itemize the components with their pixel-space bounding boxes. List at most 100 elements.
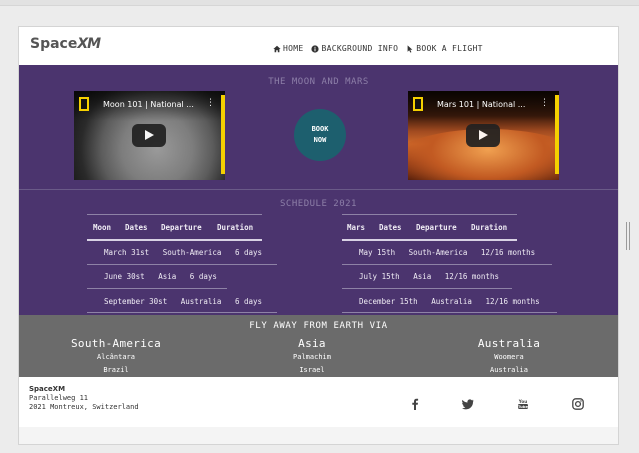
mars-row2-departure: Asia [413,272,432,281]
footer-address: SpaceXM Parallelweg 11 2021 Montreux, Sw… [29,385,139,412]
moon-row2-duration: 6 days [189,272,217,281]
page: SpaceXM HOME BACKGROUND INFO BOOK A FLIG… [18,26,619,445]
home-icon [273,45,281,52]
browser-top-strip [0,0,639,6]
footer: SpaceXM Parallelweg 11 2021 Montreux, Sw… [19,377,618,427]
schedule-title: SCHEDULE 2021 [280,199,357,209]
mars-row3-duration: 12/16 months [485,297,540,306]
table-header-rule [87,239,262,241]
location-name: South-America [71,337,161,350]
mars-video[interactable]: Mars 101 | National ... ⋮ [408,91,559,180]
location-site: Palmachim [293,353,331,361]
more-options-icon[interactable]: ⋮ [206,98,215,108]
mars-header-duration: Duration [471,223,508,232]
table-rule [342,312,557,313]
nav-home-label: HOME [283,44,304,53]
location-australia: Australia Woomera Australia [449,337,569,376]
mars-video-title[interactable]: Mars 101 | National ... [437,100,525,109]
footer-city: 2021 Montreux, Switzerland [29,403,139,411]
table-rule [342,214,517,215]
moon-header-dates: Dates [125,223,148,232]
videos-and-schedule-section: THE MOON AND MARS Moon 101 | National ..… [19,65,618,315]
info-icon [311,44,320,53]
logo[interactable]: SpaceXM [30,36,101,52]
moon-row3-duration: 6 days [234,297,263,306]
moon-video[interactable]: Moon 101 | National ... ⋮ [74,91,225,180]
videos-section-title: THE MOON AND MARS [268,77,369,87]
table-row: July 15th Asia 12/16 months [359,272,499,281]
scrollbar-thumb[interactable] [626,222,630,250]
mars-row3-date: December 15th [359,297,418,306]
table-rule [342,264,552,265]
logo-text: Space [30,36,78,52]
mars-header-departure: Departure [416,223,457,232]
nav-home[interactable]: HOME [273,44,303,53]
play-button-icon[interactable] [466,124,500,147]
header: SpaceXM HOME BACKGROUND INFO BOOK A FLIG… [19,27,618,65]
footer-street: Parallelweg 11 [29,394,89,402]
svg-text:Tube: Tube [518,404,529,409]
moon-row1-date: March 31st [104,248,150,257]
location-name: Australia [477,337,541,350]
nav-book-flight-label: BOOK A FLIGHT [416,44,483,53]
location-asia: Asia Palmachim Israel [252,337,372,376]
natgeo-yellow-border [221,95,225,174]
instagram-link[interactable] [572,395,584,410]
table-header-rule [342,239,517,241]
table-row: May 15th South-America 12/16 months [359,248,535,257]
mars-row1-duration: 12/16 months [480,248,536,257]
location-site: Alcântara [97,353,135,361]
table-row: March 31st South-America 6 days [104,248,262,257]
book-now-line2: NOW [313,136,327,144]
moon-row1-departure: South-America [162,248,222,257]
youtube-link[interactable]: You Tube [517,395,529,409]
location-site: Woomera [494,353,524,361]
location-country: Brazil [103,366,129,374]
table-rule [342,288,512,289]
moon-row1-duration: 6 days [234,248,263,257]
twitter-link[interactable] [462,395,474,410]
page-bottom [19,427,618,444]
footer-logo: SpaceXM [29,385,66,393]
moon-row3-date: September 30st [104,297,168,306]
location-south-america: South-America Alcântara Brazil [56,337,176,376]
nav-background-info-label: BACKGROUND INFO [321,44,399,53]
mars-header-mars: Mars [347,223,366,232]
table-rule [87,264,277,265]
more-options-icon[interactable]: ⋮ [540,98,549,108]
book-now-line1: BOOK [311,125,329,133]
moon-header-moon: Moon [93,223,112,232]
moon-row2-date: June 30st [104,272,145,281]
moon-row2-departure: Asia [158,272,177,281]
play-button-icon[interactable] [132,124,166,147]
facebook-icon [412,398,419,410]
facebook-link[interactable] [409,395,421,410]
mars-row3-departure: Australia [431,297,472,306]
mars-row1-date: May 15th [359,248,396,257]
nav-background-info[interactable]: BACKGROUND INFO [311,44,398,53]
mars-row2-date: July 15th [359,272,400,281]
natgeo-logo-icon [413,97,423,111]
mars-header-dates: Dates [379,223,402,232]
mars-row1-departure: South-America [408,248,468,257]
main-nav: HOME BACKGROUND INFO BOOK A FLIGHT [273,44,483,53]
table-row: September 30st Australia 6 days [104,297,262,306]
youtube-icon: YouTube [518,399,529,409]
moon-header-duration: Duration [217,223,254,232]
table-rule [87,312,277,313]
book-now-button[interactable]: BOOK NOW [294,109,346,161]
departures-title: FLY AWAY FROM EARTH VIA [249,321,388,331]
location-name: Asia [298,337,326,350]
location-country: Australia [490,366,528,374]
table-rule [87,288,227,289]
moon-row3-departure: Australia [180,297,222,306]
table-rule [87,214,262,215]
nav-book-flight[interactable]: BOOK A FLIGHT [406,44,483,53]
moon-video-title[interactable]: Moon 101 | National ... [103,100,194,109]
table-row: June 30st Asia 6 days [104,272,217,281]
cursor-icon [407,44,413,53]
natgeo-yellow-border [555,95,559,174]
instagram-icon [572,398,584,410]
logo-mark: XM [77,36,101,52]
moon-header-departure: Departure [161,223,202,232]
